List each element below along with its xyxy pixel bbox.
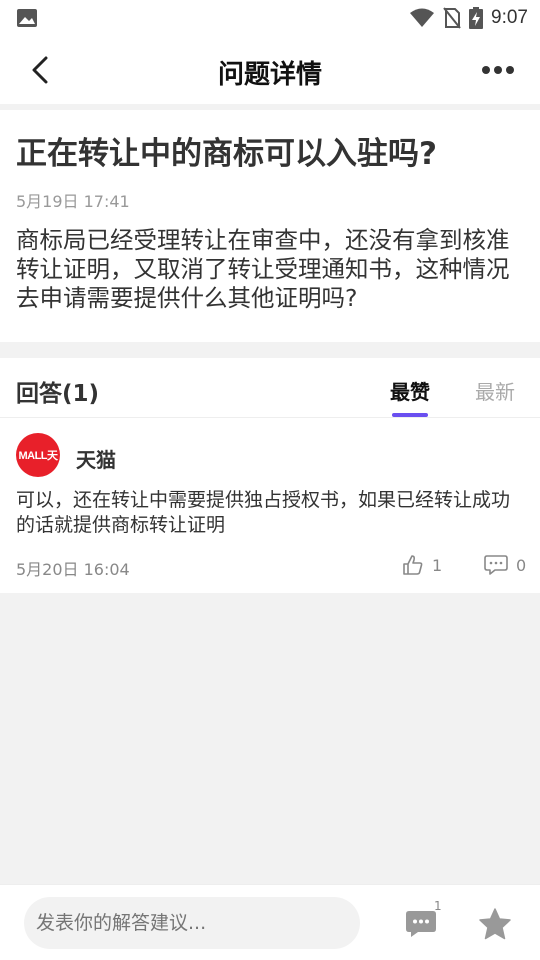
question-body: 商标局已经受理转让在审查中，还没有拿到核准转让证明，又取消了转让受理通知书，这种…	[16, 226, 510, 312]
answers-header: 回答(1) 最赞 最新	[0, 358, 540, 418]
status-icons: 9:07	[409, 6, 528, 30]
star-icon[interactable]	[478, 907, 512, 941]
comment-count-badge: 1	[434, 899, 442, 913]
wifi-icon	[410, 8, 435, 27]
bottom-bar: 1	[0, 884, 540, 960]
app-bar: 问题详情	[0, 36, 540, 104]
answer-author[interactable]: 天猫	[76, 444, 116, 473]
more-horizontal-icon	[482, 66, 514, 74]
answer-time: 5月20日 16:04	[16, 560, 130, 579]
thumbs-up-icon	[403, 555, 423, 575]
comment-icon	[484, 555, 508, 575]
image-icon	[17, 9, 37, 27]
more-button[interactable]	[478, 54, 518, 86]
chat-icon[interactable]	[404, 909, 438, 939]
question-time: 5月19日 17:41	[16, 192, 130, 211]
status-time: 9:07	[491, 7, 528, 28]
status-bar: 9:07	[0, 0, 540, 36]
tab-most-liked[interactable]: 最赞	[390, 376, 430, 405]
like-button[interactable]: 1	[402, 554, 442, 576]
active-tab-indicator	[392, 413, 428, 417]
tab-newest[interactable]: 最新	[475, 376, 515, 405]
battery-charging-icon	[469, 7, 484, 29]
question-card: 正在转让中的商标可以入驻吗? 5月19日 17:41 商标局已经受理转让在审查中…	[0, 110, 540, 342]
page-title: 问题详情	[217, 60, 322, 90]
answers-section: 回答(1) 最赞 最新 MALL天 天猫 可以，还在转让中需要提供独占授权书，如…	[0, 358, 540, 593]
reply-input[interactable]	[24, 897, 360, 949]
question-title: 正在转让中的商标可以入驻吗?	[16, 136, 437, 172]
answer-body: 可以，还在转让中需要提供独占授权书，如果已经转让成功的话就提供商标转让证明	[16, 489, 511, 536]
no-sim-icon	[443, 7, 461, 29]
comment-button[interactable]: 0	[484, 554, 526, 576]
comment-count: 0	[516, 555, 527, 575]
avatar[interactable]: MALL天	[16, 433, 60, 477]
like-count: 1	[432, 555, 443, 575]
answers-heading: 回答(1)	[16, 381, 100, 407]
